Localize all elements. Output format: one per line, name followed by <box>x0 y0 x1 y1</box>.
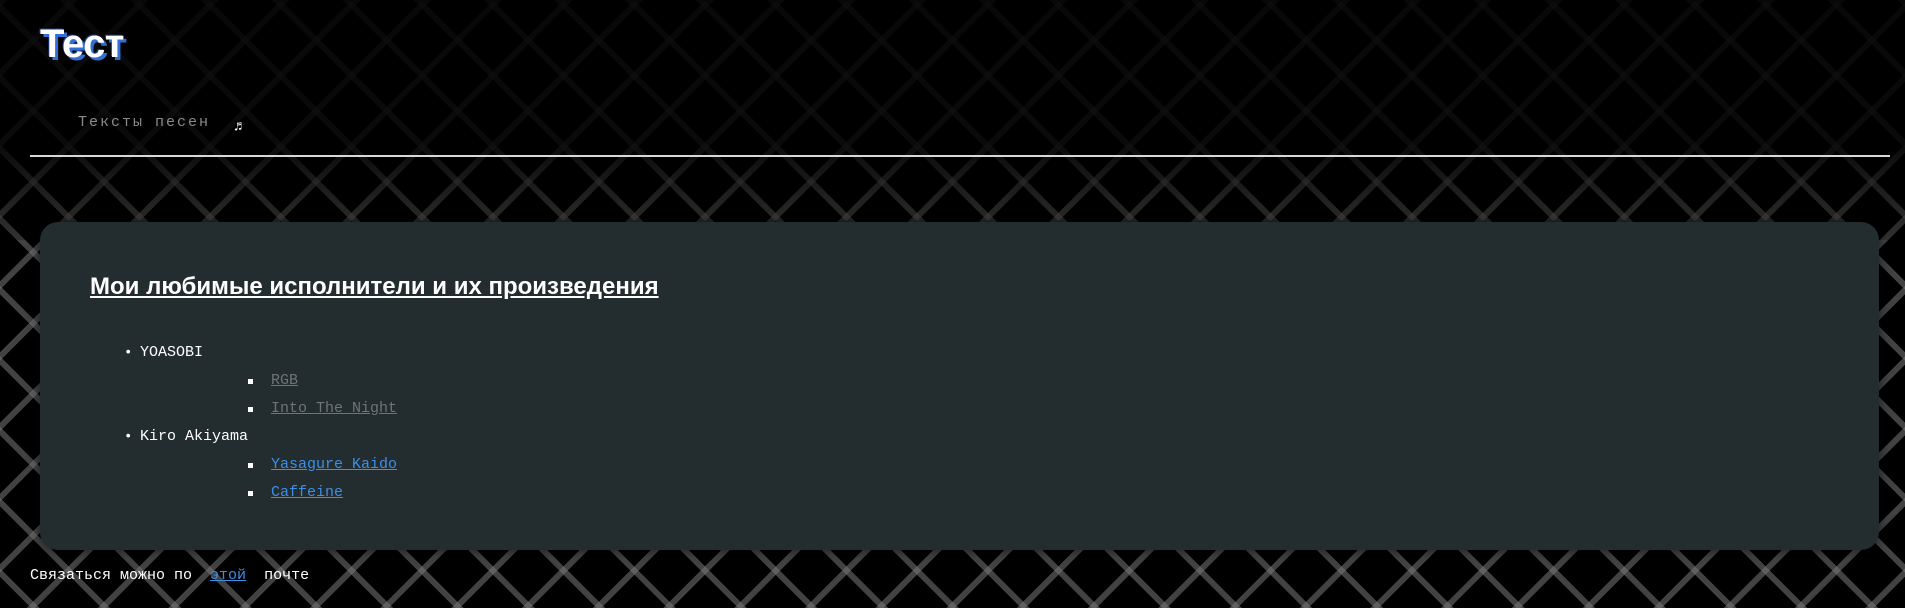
page-heading: Мои любимые исполнители и их произведени… <box>90 273 659 300</box>
list-bullet: • <box>124 345 133 361</box>
list-bullet: • <box>124 429 133 445</box>
song-link-caffeine[interactable]: Caffeine <box>271 484 343 501</box>
song-list: Yasagure Kaido Caffeine <box>140 451 397 507</box>
artist-name: Kiro Akiyama <box>140 428 249 445</box>
song-link-yasagure-kaido[interactable]: Yasagure Kaido <box>271 456 397 473</box>
song-item: Yasagure Kaido <box>140 451 397 479</box>
song-item: Caffeine <box>140 479 397 507</box>
music-note-icon: ♬ <box>234 118 243 135</box>
footer: Связаться можно по этой почте <box>30 567 309 584</box>
site-title: Тест <box>40 22 125 66</box>
artist-list: • YOASOBI RGB Into The Night • Kiro Akiy… <box>90 339 397 507</box>
list-bullet <box>248 463 253 468</box>
artist-item: • Kiro Akiyama Yasagure Kaido Caffeine <box>90 423 397 507</box>
list-bullet <box>248 491 253 496</box>
footer-text-after: почте <box>264 567 310 584</box>
header-background <box>0 0 1905 240</box>
content-card: Мои любимые исполнители и их произведени… <box>40 222 1879 550</box>
artist-item: • YOASOBI RGB Into The Night <box>90 339 397 423</box>
list-bullet <box>248 407 253 412</box>
song-link-into-the-night[interactable]: Into The Night <box>271 400 397 417</box>
artist-name: YOASOBI <box>140 344 204 361</box>
nav-link-lyrics[interactable]: Тексты песен <box>78 114 210 131</box>
footer-text-before: Связаться можно по <box>30 567 193 584</box>
list-bullet <box>248 379 253 384</box>
song-list: RGB Into The Night <box>140 367 397 423</box>
song-item: RGB <box>140 367 397 395</box>
email-link[interactable]: этой <box>210 567 246 584</box>
main-nav: Тексты песен ♬ <box>78 114 242 135</box>
song-item: Into The Night <box>140 395 397 423</box>
song-link-rgb[interactable]: RGB <box>271 372 298 389</box>
nav-divider <box>30 155 1890 157</box>
